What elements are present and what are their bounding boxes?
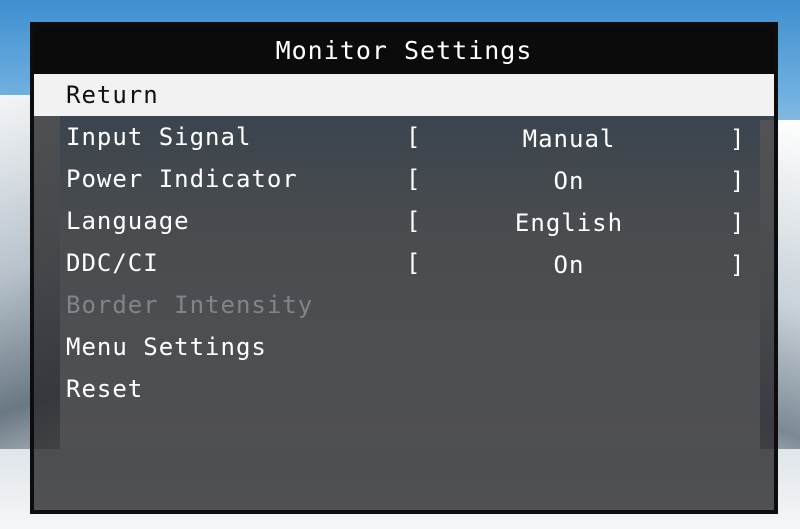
menu-item-menu-settings[interactable]: Menu Settings bbox=[34, 326, 774, 368]
close-bracket: ] bbox=[730, 251, 746, 279]
menu-title: Monitor Settings bbox=[34, 26, 774, 74]
menu-item-language[interactable]: Language [ English ] bbox=[34, 200, 774, 242]
open-bracket: [ bbox=[406, 249, 422, 277]
menu-item-label: Language bbox=[66, 207, 190, 235]
menu-item-border-intensity: Border Intensity bbox=[34, 284, 774, 326]
language-value: English bbox=[514, 209, 624, 237]
menu-item-ddc-ci[interactable]: DDC/CI [ On ] bbox=[34, 242, 774, 284]
close-bracket: ] bbox=[730, 167, 746, 195]
monitor-settings-menu: Monitor Settings Return Input Signal [ M… bbox=[30, 22, 778, 514]
menu-item-label: Reset bbox=[66, 375, 144, 403]
menu-list: Return Input Signal [ Manual ] Power Ind… bbox=[34, 74, 774, 410]
menu-item-reset[interactable]: Reset bbox=[34, 368, 774, 410]
open-bracket: [ bbox=[406, 123, 422, 151]
menu-item-label: Input Signal bbox=[66, 123, 252, 151]
menu-item-label: Border Intensity bbox=[66, 291, 314, 319]
input-signal-value: Manual bbox=[522, 125, 616, 153]
close-bracket: ] bbox=[730, 125, 746, 153]
menu-item-label: DDC/CI bbox=[66, 249, 159, 277]
power-indicator-value: On bbox=[553, 167, 585, 195]
menu-item-return[interactable]: Return bbox=[34, 74, 774, 116]
menu-item-input-signal[interactable]: Input Signal [ Manual ] bbox=[34, 116, 774, 158]
menu-item-label: Menu Settings bbox=[66, 333, 267, 361]
menu-item-power-indicator[interactable]: Power Indicator [ On ] bbox=[34, 158, 774, 200]
open-bracket: [ bbox=[406, 165, 422, 193]
ddc-ci-value: On bbox=[553, 251, 585, 279]
menu-item-label: Return bbox=[66, 81, 159, 109]
close-bracket: ] bbox=[730, 209, 746, 237]
menu-item-label: Power Indicator bbox=[66, 165, 298, 193]
open-bracket: [ bbox=[406, 207, 422, 235]
